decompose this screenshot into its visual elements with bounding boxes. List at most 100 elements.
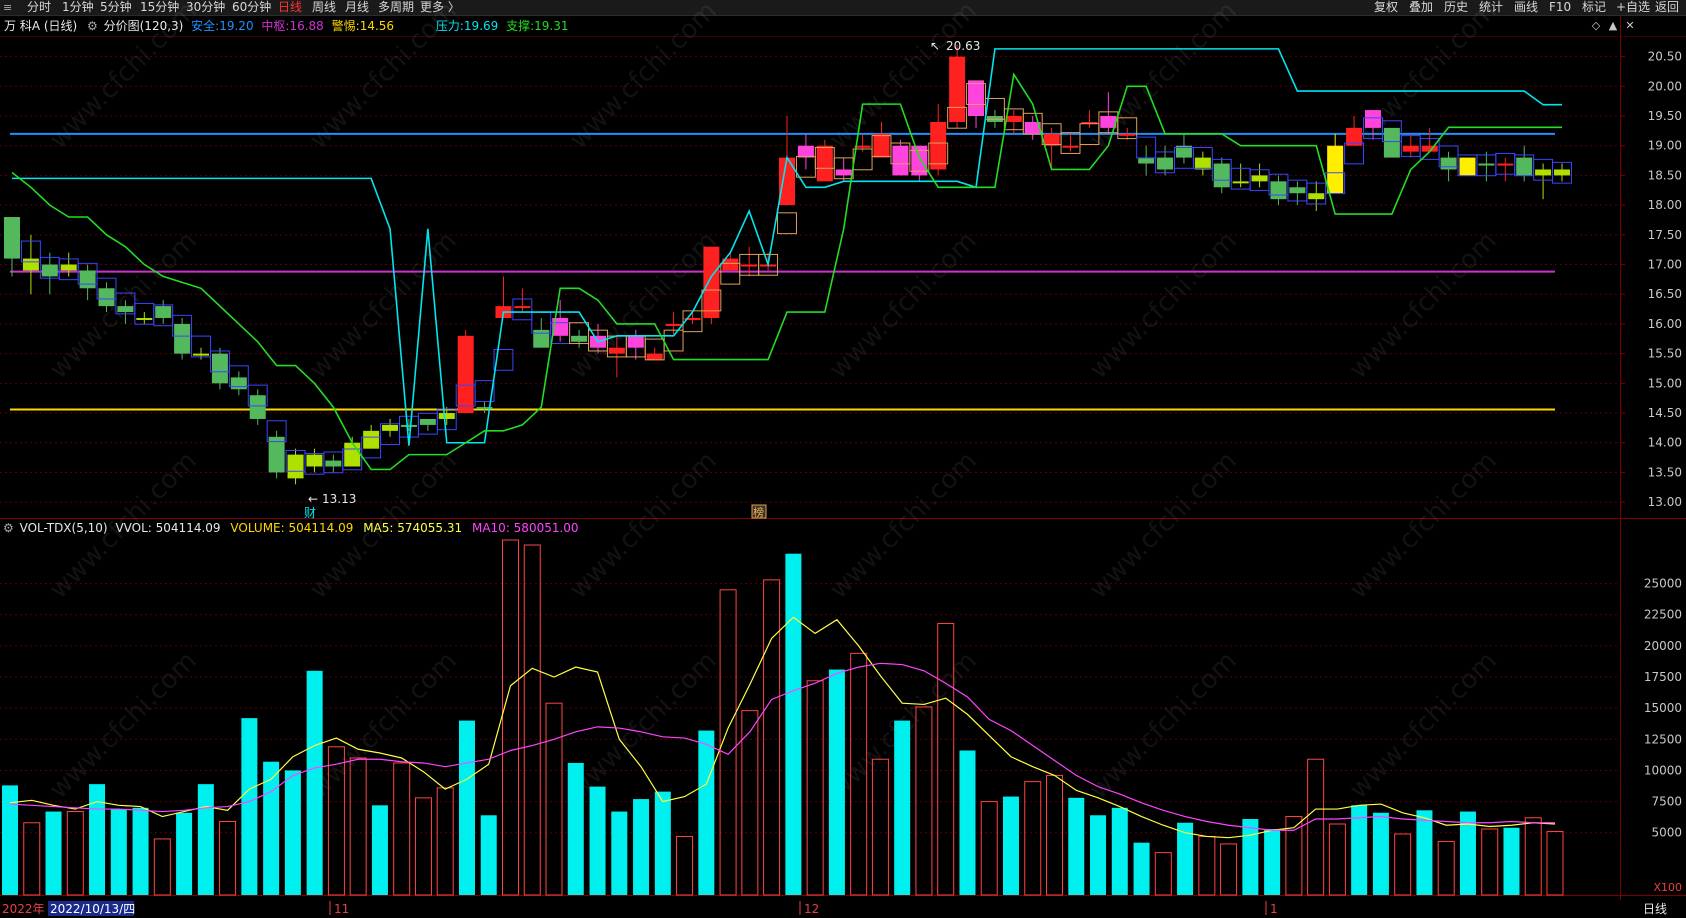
candle-body bbox=[533, 329, 550, 348]
volume-bar bbox=[153, 838, 171, 896]
watermark-text: www.cfchi.com bbox=[1344, 446, 1503, 605]
volume-bars-group bbox=[2, 539, 1564, 896]
watermark-text: www.cfchi.com bbox=[44, 226, 203, 385]
low-price-marker: 13.13 bbox=[322, 492, 356, 506]
candle-body bbox=[155, 306, 172, 318]
watermark-text: www.cfchi.com bbox=[824, 226, 983, 385]
price-tick-label: 14.00 bbox=[1648, 436, 1682, 450]
volume-bar bbox=[1198, 835, 1216, 896]
price-tick-label: 14.50 bbox=[1648, 406, 1682, 420]
month-label: 12 bbox=[804, 902, 819, 916]
candle-body bbox=[1478, 163, 1495, 166]
watermark-text: www.cfchi.com bbox=[1084, 446, 1243, 605]
candle-body bbox=[627, 335, 644, 348]
candle-body bbox=[117, 306, 134, 313]
candle-body bbox=[835, 169, 852, 176]
volume-tick-label: 5000 bbox=[1651, 826, 1682, 840]
volume-bar bbox=[1307, 758, 1325, 896]
candle-body bbox=[419, 418, 436, 425]
candle-body bbox=[174, 323, 191, 354]
axis-separator bbox=[1620, 15, 1621, 900]
volume-bar bbox=[1546, 830, 1564, 896]
volume-bar bbox=[676, 835, 694, 896]
volume-bar bbox=[633, 799, 650, 895]
watermark-text: www.cfchi.com bbox=[304, 646, 463, 805]
watermark-text: www.cfchi.com bbox=[1084, 226, 1243, 385]
volume-bar bbox=[66, 811, 84, 896]
volume-bar bbox=[871, 758, 889, 896]
candle-body bbox=[382, 424, 399, 431]
volume-bar bbox=[176, 812, 193, 895]
candle-body bbox=[41, 264, 58, 277]
month-label: 1 bbox=[1270, 902, 1278, 916]
volume-tick-label: 20000 bbox=[1644, 639, 1682, 653]
price-tick-label: 19.50 bbox=[1648, 109, 1682, 123]
candle-body bbox=[1516, 157, 1533, 176]
candle-body bbox=[797, 145, 814, 158]
candle-body bbox=[1232, 181, 1249, 184]
candle-body bbox=[1383, 127, 1400, 158]
candle-body bbox=[741, 264, 758, 267]
price-tick-label: 15.50 bbox=[1648, 347, 1682, 361]
volume-bar bbox=[219, 821, 237, 896]
volume-tick-label: 12500 bbox=[1644, 732, 1682, 746]
candle-body bbox=[1289, 187, 1306, 194]
volume-bar bbox=[414, 797, 432, 896]
candle-body bbox=[665, 323, 682, 326]
volume-bar bbox=[1133, 842, 1150, 895]
candle-body bbox=[949, 56, 966, 122]
volume-bar bbox=[1524, 817, 1542, 896]
month-label: 11 bbox=[334, 902, 349, 916]
price-tick-label: 19.00 bbox=[1648, 139, 1682, 153]
volume-bar bbox=[501, 539, 519, 896]
candle-body bbox=[1213, 163, 1230, 188]
volume-tick-label: 17500 bbox=[1644, 670, 1682, 684]
candle-body bbox=[1535, 169, 1552, 176]
chart-canvas[interactable]: 13.00 13.50 14.00 14.50 15.00 15.50 16.00 16.50… bbox=[0, 0, 1686, 918]
candle-body bbox=[457, 335, 474, 414]
watermark-text: www.cfchi.com bbox=[564, 226, 723, 385]
volume-bar bbox=[241, 718, 258, 895]
price-tick-label: 16.50 bbox=[1648, 287, 1682, 301]
candle-body bbox=[646, 353, 663, 360]
volume-bar bbox=[1068, 797, 1085, 895]
volume-bar bbox=[654, 791, 671, 895]
candle-body bbox=[571, 335, 588, 342]
volume-bar bbox=[1024, 781, 1042, 896]
volume-bar bbox=[915, 706, 933, 896]
high-arrow-icon: ↖ bbox=[930, 39, 940, 53]
volume-bar bbox=[1154, 852, 1172, 896]
candle-body bbox=[136, 317, 153, 320]
candle-body bbox=[98, 288, 115, 307]
finance-event-marker: 财 bbox=[304, 506, 316, 520]
candle-body bbox=[1062, 145, 1079, 148]
volume-bar bbox=[1328, 823, 1346, 896]
watermark-text: www.cfchi.com bbox=[824, 446, 983, 605]
volume-bar bbox=[545, 702, 563, 896]
volume-bar bbox=[523, 544, 541, 896]
price-tick-label: 17.00 bbox=[1648, 258, 1682, 272]
volume-bar bbox=[1503, 827, 1520, 895]
high-price-marker: 20.63 bbox=[946, 39, 980, 53]
watermark-text: www.cfchi.com bbox=[564, 446, 723, 605]
candle-body bbox=[1138, 157, 1155, 164]
watermark-text: www.cfchi.com bbox=[1344, 0, 1503, 155]
volume-bar bbox=[89, 784, 106, 895]
rank-event-marker: 榜 bbox=[753, 505, 764, 519]
volume-bar bbox=[763, 579, 781, 896]
volume-bar bbox=[567, 762, 584, 895]
volume-bar bbox=[132, 807, 149, 895]
period-tab-label[interactable]: 日线 bbox=[1643, 902, 1667, 916]
volume-tick-label: 7500 bbox=[1651, 795, 1682, 809]
volume-bar bbox=[436, 787, 454, 896]
volume-bar bbox=[1351, 805, 1368, 895]
candle-body bbox=[1270, 181, 1287, 200]
candle-body bbox=[816, 145, 833, 182]
price-tick-label: 18.00 bbox=[1648, 198, 1682, 212]
candle-body bbox=[211, 353, 228, 384]
volume-bar bbox=[1416, 810, 1433, 895]
candle-body bbox=[1402, 145, 1419, 152]
candle-body bbox=[1119, 133, 1136, 136]
price-tick-label: 13.50 bbox=[1648, 465, 1682, 479]
candle-body bbox=[230, 377, 247, 390]
